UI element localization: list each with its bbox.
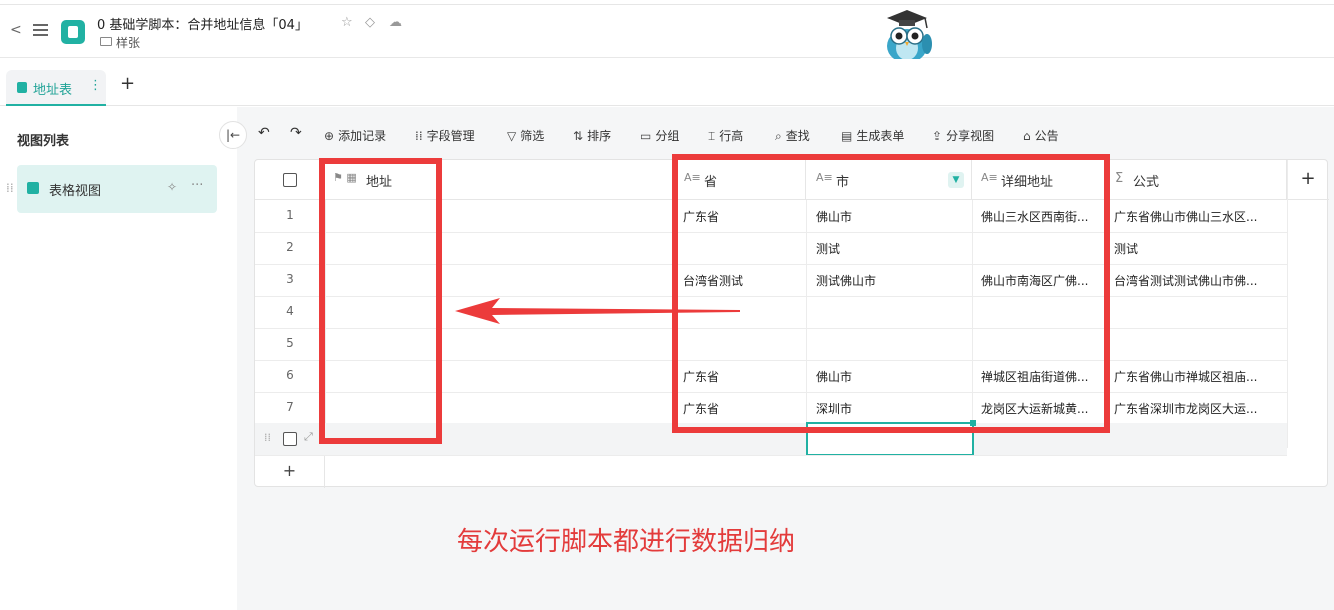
star-icon[interactable]: ☆ [341, 15, 353, 30]
share-view-label: 分享视图 [946, 129, 995, 143]
announcement-icon: ⌂ [1023, 129, 1031, 143]
cell-formula[interactable]: 测试 [1114, 240, 1279, 257]
expand-icon[interactable]: ⤢ [304, 430, 313, 444]
highlight-source-columns [672, 154, 1110, 433]
filter-icon: ▽ [507, 129, 517, 143]
view-label: 表格视图 [49, 184, 102, 199]
row-height-label: 行高 [719, 129, 744, 143]
select-all-checkbox[interactable] [283, 173, 297, 187]
cloud-icon[interactable]: ☁ [389, 15, 402, 30]
annotation-caption: 每次运行脚本都进行数据归纳 [457, 527, 796, 557]
owl-mascot-image [887, 10, 932, 65]
tab-more-icon[interactable]: ⋮ [89, 78, 102, 93]
row-divider [255, 455, 1287, 456]
grid-view-icon [27, 182, 39, 194]
header-select-all [255, 160, 325, 200]
field-manage-label: 字段管理 [426, 129, 475, 143]
redo-icon[interactable]: ↷ [290, 125, 302, 143]
add-tab-button[interactable]: + [120, 75, 135, 93]
tab-label: 地址表 [33, 83, 73, 98]
search-button[interactable]: ⌕ 查找 [775, 127, 810, 145]
sort-icon: ⇅ [573, 129, 584, 143]
generate-form-label: 生成表单 [856, 129, 905, 143]
row-number: 5 [286, 336, 294, 350]
add-circle-icon: ⊕ [324, 129, 335, 143]
cell-formula[interactable]: 广东省佛山市禅城区祖庙... [1114, 368, 1279, 385]
column-divider [1287, 160, 1288, 448]
sort-button[interactable]: ⇅ 排序 [573, 127, 611, 145]
add-record-button[interactable]: ⊕ 添加记录 [324, 127, 386, 145]
row-number: 1 [286, 208, 294, 222]
column-header-formula[interactable]: Σ 公式 [1105, 160, 1287, 200]
row-number: 6 [286, 368, 294, 382]
document-header: < 0 基础学脚本：合并地址信息「04」 ☆ ◇ ☁ 样张 [0, 5, 1334, 58]
field-manage-button[interactable]: ⁞⁞ 字段管理 [415, 127, 475, 145]
table-icon [17, 82, 27, 93]
sort-label: 排序 [587, 129, 612, 143]
add-row-button[interactable]: + [255, 456, 325, 488]
red-arrow-icon [455, 298, 740, 324]
form-icon: ▤ [841, 129, 853, 143]
view-list-title: 视图列表 [17, 134, 70, 149]
group-button[interactable]: ▭ 分组 [640, 127, 679, 145]
more-icon[interactable]: ··· [191, 178, 203, 193]
filter-button[interactable]: ▽ 筛选 [507, 127, 544, 145]
generate-form-button[interactable]: ▤ 生成表单 [841, 127, 904, 145]
share-view-button[interactable]: ⇪ 分享视图 [932, 127, 994, 145]
highlight-address-column [319, 158, 442, 444]
pin-icon[interactable]: ✧ [167, 180, 177, 194]
add-column-button[interactable]: + [1287, 160, 1329, 200]
announcement-label: 公告 [1034, 129, 1059, 143]
formula-icon: Σ [1115, 171, 1124, 186]
document-title[interactable]: 0 基础学脚本：合并地址信息「04」 [97, 14, 308, 33]
view-item-grid[interactable]: ⁞⁞ 表格视图 ✧ ··· [6, 165, 217, 213]
tag-icon[interactable]: ◇ [365, 15, 375, 30]
cell-formula[interactable]: 广东省深圳市龙岗区大运... [1114, 400, 1279, 417]
app-logo-icon [61, 20, 85, 44]
row-number: 4 [286, 304, 294, 318]
folder-name[interactable]: 样张 [116, 34, 140, 51]
add-record-label: 添加记录 [338, 129, 387, 143]
row-number: 7 [286, 400, 294, 414]
column-label: 公式 [1133, 175, 1160, 190]
cell-formula[interactable]: 广东省佛山市佛山三水区... [1114, 208, 1279, 225]
group-icon: ▭ [640, 129, 652, 143]
row-checkbox[interactable] [283, 432, 297, 446]
filter-label: 筛选 [520, 129, 545, 143]
view-list-panel: 视图列表 ⁞⁞ 表格视图 ✧ ··· [0, 107, 237, 610]
fields-icon: ⁞⁞ [415, 129, 423, 143]
drag-handle-icon[interactable]: ⁞⁞ [6, 181, 14, 195]
undo-icon[interactable]: ↶ [258, 125, 270, 143]
announcement-button[interactable]: ⌂ 公告 [1023, 127, 1059, 145]
group-label: 分组 [655, 129, 680, 143]
drag-handle-icon[interactable]: ⁞⁞ [264, 431, 271, 444]
tab-address-table[interactable]: 地址表 ⋮ [6, 70, 106, 106]
row-height-button[interactable]: ⌶ 行高 [708, 127, 743, 145]
folder-icon [100, 37, 112, 46]
row-number: 3 [286, 272, 294, 286]
row-number: 2 [286, 240, 294, 254]
share-icon: ⇪ [932, 129, 943, 143]
back-icon[interactable]: < [10, 22, 24, 38]
cell-formula[interactable]: 台湾省测试测试佛山市佛... [1114, 272, 1279, 289]
row-height-icon: ⌶ [708, 129, 716, 143]
search-icon: ⌕ [775, 129, 782, 143]
tab-bar: 地址表 ⋮ + [0, 59, 1334, 106]
menu-icon[interactable] [33, 24, 48, 36]
collapse-panel-icon[interactable]: |← [219, 121, 247, 149]
search-label: 查找 [785, 129, 810, 143]
